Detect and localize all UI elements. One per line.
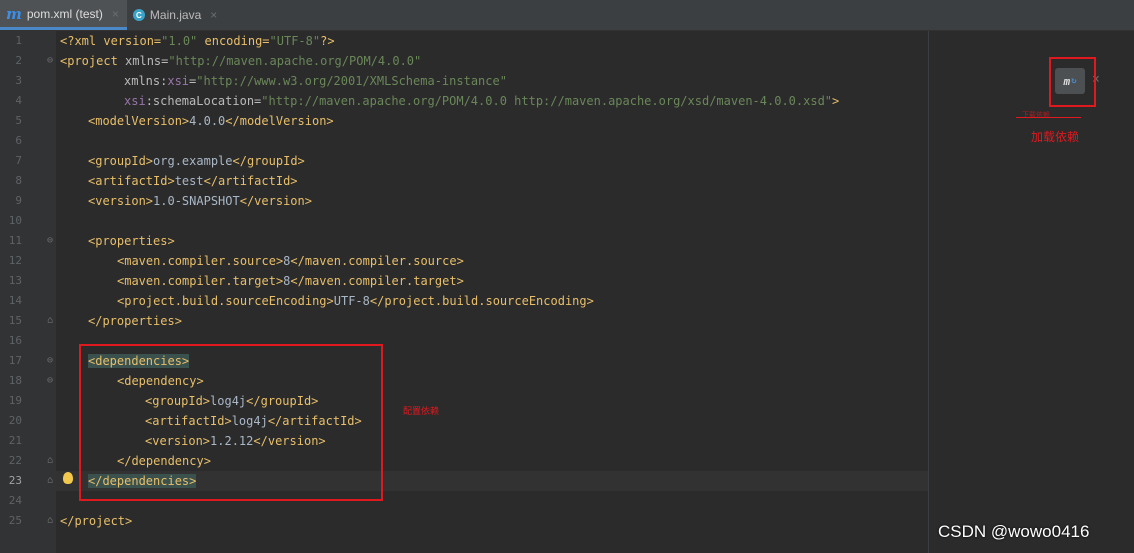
code-line: <maven.compiler.source>8</maven.compiler… [117,254,464,268]
code-line: xsi:schemaLocation="http://maven.apache.… [124,94,840,108]
load-deps-annotation: 加载依赖 [1031,130,1080,144]
line-number: 3 [15,74,22,87]
line-number: 25 [8,514,22,527]
code-line: </properties> [88,314,182,328]
fold-icon[interactable]: ⊖ [47,231,55,251]
line-number: 7 [15,154,22,167]
code-line: <properties> [88,234,175,248]
line-number: 24 [8,494,22,507]
line-gutter: 1 2 3 4 5 6 7 8 9 10 11 12 13 14 15 16 1… [0,31,56,553]
line-number: 1 [15,34,22,47]
load-deps-small-annotation: 下载依赖 [1022,112,1050,119]
java-class-icon: C [132,9,145,21]
tab-pom-xml[interactable]: m pom.xml (test) × [0,0,127,30]
code-line: </project> [60,514,133,528]
code-line: <project xmlns="http://maven.apache.org/… [60,54,422,68]
editor-tab-bar: m pom.xml (test) × C Main.java × [0,0,1134,31]
tab-label: Main.java [149,8,202,22]
line-number: 14 [8,294,22,307]
code-line: <modelVersion>4.0.0</modelVersion> [88,114,334,128]
fold-icon[interactable]: ⊖ [47,371,55,391]
line-number: 18 [8,374,22,387]
line-number: 17 [8,354,22,367]
maven-button-highlight-box [1049,57,1096,107]
line-number: 12 [8,254,22,267]
right-margin-guide [928,31,929,553]
line-number: 22 [8,454,22,467]
line-number-current: 23 [8,474,22,487]
line-number: 2 [15,54,22,67]
code-line: <version>1.0-SNAPSHOT</version> [88,194,312,208]
code-line: <groupId>org.example</groupId> [88,154,305,168]
line-number: 8 [15,174,22,187]
dependencies-highlight-box [79,344,383,501]
line-number: 4 [15,94,22,107]
line-number: 10 [8,214,22,227]
fold-end-icon[interactable]: ⌂ [47,311,55,331]
config-deps-annotation: 配置依赖 [403,406,440,416]
fold-icon[interactable]: ⊖ [47,51,55,71]
line-number: 15 [8,314,22,327]
line-number: 13 [8,274,22,287]
fold-end-icon[interactable]: ⌂ [47,471,55,491]
fold-end-icon[interactable]: ⌂ [47,511,55,531]
fold-icon[interactable]: ⊖ [47,351,55,371]
line-number: 6 [15,134,22,147]
code-line: <artifactId>test</artifactId> [88,174,298,188]
close-icon[interactable]: × [210,8,217,22]
watermark: CSDN @wowo0416 [938,522,1090,541]
line-number: 9 [15,194,22,207]
line-number: 20 [8,414,22,427]
line-number: 21 [8,434,22,447]
close-icon[interactable]: × [112,7,119,21]
line-number: 16 [8,334,22,347]
tab-label: pom.xml (test) [26,6,103,21]
code-line: <maven.compiler.target>8</maven.compiler… [117,274,464,288]
line-number: 11 [8,234,22,247]
maven-file-icon: m [6,4,22,23]
code-line: xmlns:xsi="http://www.w3.org/2001/XMLSch… [124,74,507,88]
line-number: 5 [15,114,22,127]
tab-main-java[interactable]: C Main.java × [127,0,225,30]
lightbulb-icon[interactable] [63,472,73,484]
fold-end-icon[interactable]: ⌂ [47,451,55,471]
line-number: 19 [8,394,22,407]
code-line: <project.build.sourceEncoding>UTF-8</pro… [117,294,594,308]
code-line: <?xml version="1.0" encoding="UTF-8"?> [60,34,335,48]
